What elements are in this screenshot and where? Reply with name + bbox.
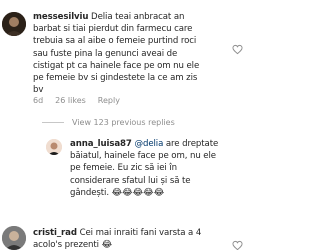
comment-line: trebuia sa al aibe o femeie purtind roci [33, 36, 197, 47]
reply-username[interactable]: anna_luisa87 [70, 139, 132, 149]
avatar[interactable] [2, 12, 26, 36]
comment-text-segment: Delia teai anbracat an [88, 12, 185, 22]
comment-text-segment: are dreptate [163, 139, 219, 149]
comment-line: considerare sfatul lui și să te [70, 175, 191, 186]
view-replies-button[interactable]: View 123 previous replies [42, 118, 175, 127]
comment-line: pe femeie. Eu zic să iei în [70, 163, 177, 174]
comment-meta: 6d 26 likes Reply [33, 96, 132, 105]
comment-text-segment: gândești. [70, 187, 109, 198]
comment-text-segment: acolo's prezenti [33, 240, 102, 250]
avatar[interactable] [2, 226, 26, 250]
comments-thread: messesilviu Delia teai anbracat an barba… [0, 0, 250, 250]
reply-button[interactable]: Reply [98, 96, 120, 105]
comment-line: cistigat pt ca hainele face pe om nu ele [33, 60, 200, 71]
comment-line: cristi_rad Cei mai inraiti fani varsta a… [33, 227, 201, 239]
divider [42, 122, 64, 123]
comment-text-segment: Cei mai inraiti fani varsta a 4 [76, 228, 202, 238]
comment-username[interactable]: messesilviu [33, 12, 89, 22]
comment-line: messesilviu Delia teai anbracat an [33, 11, 199, 23]
emoji: 😂 [101, 240, 113, 250]
comment-age: 6d [33, 96, 44, 105]
heart-icon[interactable] [232, 44, 243, 55]
comment-line: pe femeie bv si gindestete la ce am zis [33, 73, 198, 84]
comment-line: băiatul, hainele face pe om, nu ele [70, 151, 216, 162]
mention-link[interactable]: @delia [134, 139, 163, 149]
comment-text: cristi_rad Cei mai inraiti fani varsta a… [33, 227, 201, 250]
avatar-photo [2, 226, 26, 250]
comment-line: barbat si tiai pierdut din farmecu care [33, 24, 193, 35]
avatar-photo [2, 12, 26, 36]
avatar-photo [46, 139, 62, 155]
comment-username[interactable]: cristi_rad [33, 228, 77, 238]
reply-text: anna_luisa87 @delia are dreptate băiatul… [70, 138, 218, 199]
emoji-group: 😂😂😂😂😂 [111, 187, 165, 198]
comment-line: acolo's prezenti 😂 [33, 239, 201, 250]
avatar[interactable] [46, 139, 62, 155]
view-replies-label[interactable]: View 123 previous replies [72, 118, 175, 127]
comment-line: sau fuste pina la genunci aveai de [33, 48, 178, 59]
comment-line: bv [33, 85, 44, 96]
comment-line: anna_luisa87 @delia are dreptate [70, 138, 218, 150]
comment-text: messesilviu Delia teai anbracat an barba… [33, 11, 199, 96]
comment-line: gândești. 😂😂😂😂😂 [70, 187, 218, 199]
comment-likes[interactable]: 26 likes [55, 96, 86, 105]
heart-icon[interactable] [232, 240, 243, 250]
